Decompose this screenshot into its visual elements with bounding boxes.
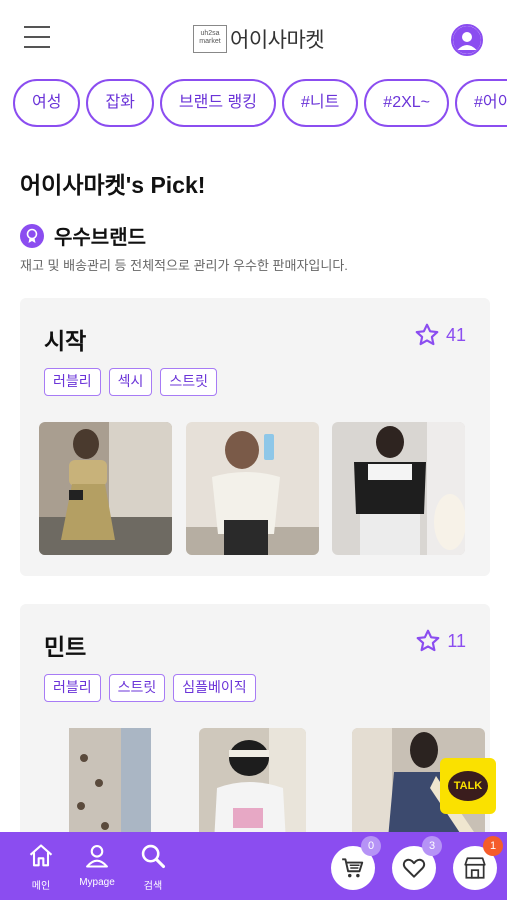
cart-icon — [342, 858, 364, 878]
chip-brand-ranking[interactable]: 브랜드 랭킹 — [159, 79, 276, 127]
nav-mypage[interactable]: Mypage — [67, 842, 127, 888]
store-name[interactable]: 민트 — [44, 628, 86, 662]
cart-button[interactable]: 0 — [331, 836, 381, 890]
home-icon — [29, 844, 53, 867]
section-header: 우수브랜드 — [20, 221, 146, 250]
chip-knit[interactable]: #니트 — [281, 79, 359, 127]
favorite-count: 11 — [447, 630, 466, 651]
chip-2xl[interactable]: #2XL~ — [364, 79, 450, 127]
site-logo[interactable]: uh2sa market 어이사마켓 — [193, 24, 325, 54]
store-name[interactable]: 시작 — [44, 322, 86, 356]
logo-text: 어이사마켓 — [230, 29, 325, 52]
search-icon — [141, 844, 166, 869]
nav-search[interactable]: 검색 — [123, 842, 183, 892]
top-bar: uh2sa market 어이사마켓 — [0, 0, 507, 74]
user-icon — [86, 845, 108, 868]
menu-icon[interactable] — [24, 26, 50, 50]
style-tag[interactable]: 섹시 — [108, 368, 153, 396]
style-tag[interactable]: 스트릿 — [108, 674, 166, 702]
favorite-button[interactable]: 11 — [415, 628, 466, 654]
chip-more[interactable]: #어이 — [455, 79, 507, 127]
section-description: 재고 및 배송관리 등 전체적으로 관리가 우수한 판매자입니다. — [20, 258, 348, 273]
style-tag[interactable]: 스트릿 — [160, 368, 218, 396]
nav-search-label: 검색 — [143, 881, 163, 892]
style-tags: 러블리 스트릿 심플베이직 — [44, 674, 264, 702]
award-badge-icon — [20, 223, 44, 248]
store-card[interactable]: 민트 11 러블리 스트릿 심플베이직 — [20, 604, 490, 864]
style-tag[interactable]: 러블리 — [44, 674, 101, 702]
nav-home-label: 메인 — [31, 881, 51, 892]
nav-home[interactable]: 메인 — [11, 842, 71, 892]
heart-icon — [402, 858, 426, 878]
star-icon — [416, 629, 440, 652]
kakao-talk-label: TALK — [448, 771, 488, 801]
store-count-badge: 1 — [483, 836, 503, 856]
chip-women[interactable]: 여성 — [13, 79, 81, 127]
style-tags: 러블리 섹시 스트릿 — [44, 368, 225, 396]
favorite-button[interactable]: 41 — [414, 322, 466, 348]
store-button[interactable]: 1 — [453, 836, 503, 890]
product-thumbnail[interactable] — [39, 422, 172, 555]
chip-goods[interactable]: 잡화 — [86, 79, 154, 127]
section-title: 우수브랜드 — [54, 227, 146, 249]
favorite-count: 41 — [445, 324, 466, 345]
cart-count-badge: 0 — [361, 836, 381, 856]
product-thumbnail[interactable] — [186, 422, 319, 555]
wishlist-button[interactable]: 3 — [392, 836, 442, 890]
star-icon — [415, 323, 439, 346]
store-icon — [464, 857, 486, 879]
category-chips: 여성 잡화 브랜드 랭킹 #니트 #2XL~ #어이 — [13, 79, 507, 127]
profile-icon[interactable] — [451, 24, 483, 56]
style-tag[interactable]: 러블리 — [44, 368, 101, 396]
logo-mark: uh2sa market — [193, 25, 227, 53]
store-card[interactable]: 시작 41 러블리 섹시 스트릿 — [20, 298, 490, 576]
wishlist-count-badge: 3 — [422, 836, 442, 856]
product-thumbnail[interactable] — [332, 422, 465, 555]
kakao-talk-button[interactable]: TALK — [440, 758, 496, 814]
nav-mypage-label: Mypage — [79, 877, 115, 888]
style-tag[interactable]: 심플베이직 — [173, 674, 256, 702]
bottom-nav: 메인 Mypage 검색 0 3 1 — [0, 832, 507, 900]
page-title: 어이사마켓's Pick! — [20, 172, 206, 198]
